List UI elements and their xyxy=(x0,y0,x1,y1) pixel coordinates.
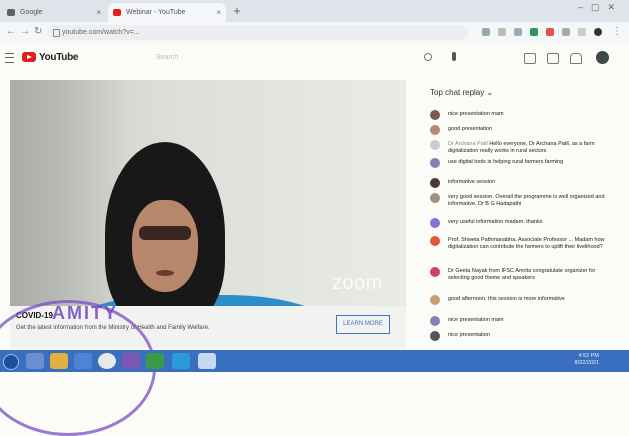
chat-message: Dr Geeta Nayak from IFSC Amrita congratu… xyxy=(430,267,620,287)
microphone-icon[interactable] xyxy=(452,52,456,61)
back-icon[interactable]: ← xyxy=(6,26,16,37)
taskbar: 4:52 PM 8/22/2021 xyxy=(0,350,629,372)
chat-author: Dr Archana Patil xyxy=(448,141,488,147)
bell-icon[interactable] xyxy=(570,53,582,64)
chat-message: very good session. Overall the programme… xyxy=(430,193,620,213)
youtube-header: YouTube Search xyxy=(0,44,629,72)
youtube-logo-icon[interactable] xyxy=(22,52,36,62)
avatar xyxy=(430,193,440,203)
tab-label: Google xyxy=(20,9,43,16)
chat-message: good afternoon. this session is more inf… xyxy=(430,295,620,309)
chat-message: Prof. Shweta Pathmanabha, Associate Prof… xyxy=(430,236,620,262)
share-icon[interactable] xyxy=(482,28,490,36)
tab-favicon xyxy=(7,9,15,16)
avatar xyxy=(430,316,440,326)
start-button-icon[interactable] xyxy=(3,354,19,370)
chat-text: good afternoon. this session is more inf… xyxy=(448,296,565,302)
clock-time: 4:52 PM xyxy=(578,353,599,359)
profile-icon[interactable] xyxy=(594,28,602,36)
avatar xyxy=(430,110,440,120)
address-bar[interactable]: youtube.com/watch?v=... xyxy=(48,25,468,40)
close-icon[interactable]: × xyxy=(216,3,221,22)
avatar xyxy=(430,158,440,168)
app-icon[interactable] xyxy=(122,353,140,369)
speaker-mouth xyxy=(156,270,174,276)
ie-icon[interactable] xyxy=(26,353,44,369)
chat-text: informative session xyxy=(448,179,496,185)
chat-message: nice presentation mam xyxy=(430,316,620,326)
chat-text: very useful information madam. thanks xyxy=(448,219,543,225)
avatar xyxy=(430,218,440,228)
chat-message: Dr Archana Patil Hello everyone, Dr Arch… xyxy=(430,140,620,154)
tab-google[interactable]: Google × xyxy=(2,3,106,22)
menu-dots-icon[interactable]: ⋮ xyxy=(612,26,622,37)
chat-text: Dr Geeta Nayak from IFSC Amrita congratu… xyxy=(448,268,596,281)
star-icon[interactable] xyxy=(498,28,506,36)
extension-icon[interactable] xyxy=(546,28,554,36)
stamp-text: AMITY xyxy=(52,303,118,323)
forward-icon[interactable]: → xyxy=(20,26,30,37)
chat-text: nice presentation xyxy=(448,332,490,338)
chat-header[interactable]: Top chat replay ⌄ xyxy=(430,88,493,97)
new-tab-button[interactable]: + xyxy=(230,4,244,18)
url-text: youtube.com/watch?v=... xyxy=(62,29,140,36)
puzzle-icon[interactable] xyxy=(562,28,570,36)
youtube-favicon xyxy=(113,9,121,16)
chat-text: nice presentation mam xyxy=(448,111,504,117)
avatar xyxy=(430,236,440,246)
chat-message: use digital tools is helping rural farme… xyxy=(430,158,620,172)
search-input[interactable]: Search xyxy=(150,51,406,65)
avatar[interactable] xyxy=(596,51,609,64)
system-clock[interactable]: 4:52 PM 8/22/2021 xyxy=(575,353,599,367)
zoom-watermark: zoom xyxy=(332,272,383,294)
chat-message: very useful information madam. thanks xyxy=(430,218,620,232)
chat-text: nice presentation mam xyxy=(448,317,504,323)
chat-message: nice presentation xyxy=(430,331,620,341)
chat-text: Prof. Shweta Pathmanabha, Associate Prof… xyxy=(448,237,605,250)
apps-icon[interactable] xyxy=(547,53,559,64)
chat-header-label: Top chat replay xyxy=(430,88,485,97)
tab-label: Webinar - YouTube xyxy=(126,9,186,16)
search-icon[interactable] xyxy=(424,53,432,61)
app-icon[interactable] xyxy=(198,353,216,369)
extension-icon[interactable] xyxy=(514,28,522,36)
avatar xyxy=(430,331,440,341)
learn-more-button[interactable]: LEARN MORE xyxy=(336,315,390,334)
chat-message: nice presentation mam xyxy=(430,110,620,120)
chat-message: good presentation xyxy=(430,125,620,135)
chevron-down-icon[interactable]: ⌄ xyxy=(487,88,494,97)
avatar xyxy=(430,267,440,277)
lock-icon xyxy=(53,29,60,37)
chat-text: very good session. Overall the programme… xyxy=(448,194,605,207)
hamburger-menu-icon[interactable] xyxy=(5,53,14,63)
create-video-icon[interactable] xyxy=(524,53,536,64)
chat-text: use digital tools is helping rural farme… xyxy=(448,159,564,165)
youtube-logo-text[interactable]: YouTube xyxy=(39,52,79,63)
close-icon[interactable]: × xyxy=(96,3,101,22)
address-row: ← → ↻ youtube.com/watch?v=... ⋮ xyxy=(0,22,629,45)
avatar xyxy=(430,178,440,188)
window-controls[interactable]: –▢✕ xyxy=(578,2,623,13)
media-player-icon[interactable] xyxy=(74,353,92,369)
check-extension-icon[interactable] xyxy=(530,28,538,36)
app-icon[interactable] xyxy=(146,353,164,369)
chat-text: good presentation xyxy=(448,126,493,132)
chrome-icon[interactable] xyxy=(98,353,116,369)
avatar xyxy=(430,125,440,135)
speaker-face xyxy=(132,200,198,292)
avatar xyxy=(430,295,440,305)
sidebar-icon[interactable] xyxy=(578,28,586,36)
tab-youtube[interactable]: Webinar - YouTube × xyxy=(108,3,226,22)
avatar xyxy=(430,140,440,150)
browser-tab-bar: Google × Webinar - YouTube × + –▢✕ xyxy=(0,0,629,22)
clock-date: 8/22/2021 xyxy=(574,360,599,366)
reload-icon[interactable]: ↻ xyxy=(34,26,42,37)
folder-icon[interactable] xyxy=(50,353,68,369)
skype-icon[interactable] xyxy=(172,353,190,369)
chat-message: informative session xyxy=(430,178,620,188)
speaker-glasses xyxy=(139,226,191,240)
